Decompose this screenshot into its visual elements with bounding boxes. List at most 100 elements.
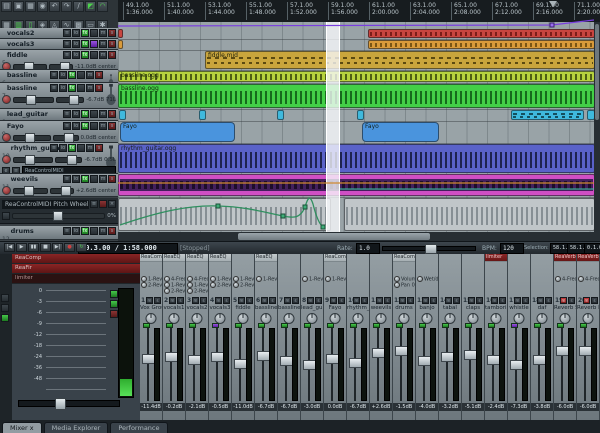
mixer-strip-fiddle[interactable]: 1-Reverb S2-Reverb L5msfiddle-11.0dB [232,254,255,420]
master-volume-fader[interactable] [18,400,120,407]
s-button[interactable]: s [108,175,116,183]
track-name[interactable]: vocals2 [7,29,35,37]
track-panel-lead_guitar[interactable]: 8lead_guitar≡iofxms [0,109,118,121]
media-item-lead_guitar[interactable] [357,110,364,120]
auto-crossfade-icon[interactable]: ◠ [97,1,108,12]
media-item-lead_guitar[interactable] [277,110,284,120]
solo-button[interactable]: s [522,297,529,304]
envelope-value-slider[interactable] [12,213,105,219]
fx-slot[interactable]: ReaComp [140,254,162,262]
volume-slider[interactable] [13,64,47,70]
io-button[interactable]: io [72,51,80,59]
fx-button[interactable]: fx [81,122,89,130]
strip-name[interactable]: weevils [370,305,392,313]
pan-slider[interactable] [53,135,79,141]
s-button[interactable]: s [95,144,103,152]
m-button[interactable]: m [86,84,94,92]
solo-button[interactable]: s [292,297,299,304]
strip-name[interactable]: Vox Group [140,305,162,313]
slider-handle[interactable] [60,62,70,71]
track-name[interactable]: Fayo [7,122,24,130]
mixer-strip-Reverb S[interactable]: ReaVerbate4-Freq 48.2Hz19msReverb S-6.0d… [554,254,577,420]
s-button[interactable]: s [108,51,116,59]
≡-button[interactable]: ≡ [63,122,71,130]
track-panel-vocals3[interactable]: 4vocals3≡iofxms [0,39,118,50]
slider-handle[interactable] [67,155,77,165]
mixer-strip-weevils[interactable]: 11msweevils+2.6dB [370,254,393,420]
state-button[interactable] [90,175,98,183]
record-arm-button[interactable] [2,62,11,70]
dock-button-3[interactable] [1,314,9,322]
media-item-vocals3[interactable] [368,40,594,49]
master-fx-slot[interactable]: ReaFir [12,264,140,274]
mute-button[interactable]: m [284,297,291,304]
env-button[interactable]: e [2,167,10,174]
media-item-rhythm_guitar[interactable]: rhythm_guitar.ogg [118,144,594,173]
pan-slider[interactable] [50,188,74,194]
s-button[interactable]: s [108,122,116,130]
strip-name[interactable]: claps [462,305,484,313]
scroll-thumb[interactable] [595,24,599,120]
io-button[interactable]: io [59,84,67,92]
solo-button[interactable]: s [338,297,345,304]
strip-name[interactable]: vocals2 [186,305,208,313]
mixer-strip-drums[interactable]: ReaCompVolumePan 0%12msdrums-1.5dB [393,254,416,420]
mixer-strip-whistle[interactable]: 17mswhistle-7.3dB [508,254,531,420]
media-item-lead_guitar[interactable] [199,110,206,120]
slider-handle[interactable] [64,133,74,143]
io-button[interactable]: io [72,122,80,130]
slider-handle[interactable] [24,62,34,71]
s-button[interactable]: s [95,84,103,92]
solo-button[interactable]: s [177,297,184,304]
track-name[interactable]: weevils [11,175,38,183]
strip-name[interactable]: whistle [508,305,530,313]
solo-button[interactable]: s [545,297,552,304]
strip-name[interactable]: Fayo [324,305,346,313]
mixer-strip-Reverb L[interactable]: ReaVerbate4-Freq 48.2Hz20msReverb L-6.0d… [577,254,600,420]
m-button[interactable]: m [99,122,107,130]
state-button[interactable] [90,122,98,130]
slider-handle[interactable] [53,211,63,221]
m-button[interactable]: m [99,40,107,48]
state-button[interactable] [90,51,98,59]
media-item-fiddle[interactable]: fiddle.mid [205,51,594,69]
save-project-icon[interactable]: ▦ [25,1,36,12]
m-button[interactable]: m [99,110,107,118]
record-arm-button[interactable] [2,186,11,195]
≡-button[interactable]: ≡ [63,227,71,235]
state-button[interactable] [77,144,85,152]
strip-name[interactable]: Reverb L [577,305,599,313]
stop-button[interactable]: ■ [40,243,51,252]
mute-button[interactable]: m [330,297,337,304]
mute-button[interactable]: m [445,297,452,304]
track-panel-Fayo[interactable]: 9Fayo≡iofxms0.0dB center [0,121,118,143]
mixer-strip-Vox Group[interactable]: ReaComp1-Reverb S2-Reverb L1msVox Group-… [140,254,163,420]
send-knob[interactable] [325,276,331,282]
≡-button[interactable]: ≡ [63,175,71,183]
master-mute-button[interactable] [110,310,118,318]
s-button[interactable]: s [108,40,116,48]
redo-icon[interactable]: ↷ [61,1,72,12]
fader-handle[interactable] [55,398,66,410]
mixer-strip-vocals2[interactable]: ReaEQ4-Freq 449.1Hz1-Reverb S2-Reverb L3… [186,254,209,420]
mixer-strip-banjo[interactable]: Wet/dry13msbanjo-4.0dB [416,254,439,420]
transport-time-display[interactable]: 60.3.00 / 1:58.000 [78,243,178,254]
rate-value[interactable]: 1.0 [356,243,380,254]
m-button[interactable]: m [86,71,94,79]
strip-name[interactable]: bassline [255,305,277,313]
strip-name[interactable]: banjo [416,305,438,313]
io-button[interactable]: io [72,29,80,37]
solo-button[interactable]: s [407,297,414,304]
fx-slot[interactable]: ReaComp [324,254,346,262]
fx-button[interactable]: fx [68,71,76,79]
mute-button[interactable]: m [353,297,360,304]
record-arm-button[interactable] [2,95,11,104]
pan-slider[interactable] [49,64,73,70]
≡-button[interactable]: ≡ [63,40,71,48]
solo-button[interactable]: s [591,297,598,304]
media-item-drums[interactable] [344,198,594,231]
fx-button[interactable]: fx [68,84,76,92]
envelope-lane-panel[interactable]: ReaControlMIDI Pitch Wheel ≡ × 0% [0,198,118,224]
media-item-lead_guitar[interactable] [511,110,584,120]
s-button[interactable]: s [108,227,116,235]
